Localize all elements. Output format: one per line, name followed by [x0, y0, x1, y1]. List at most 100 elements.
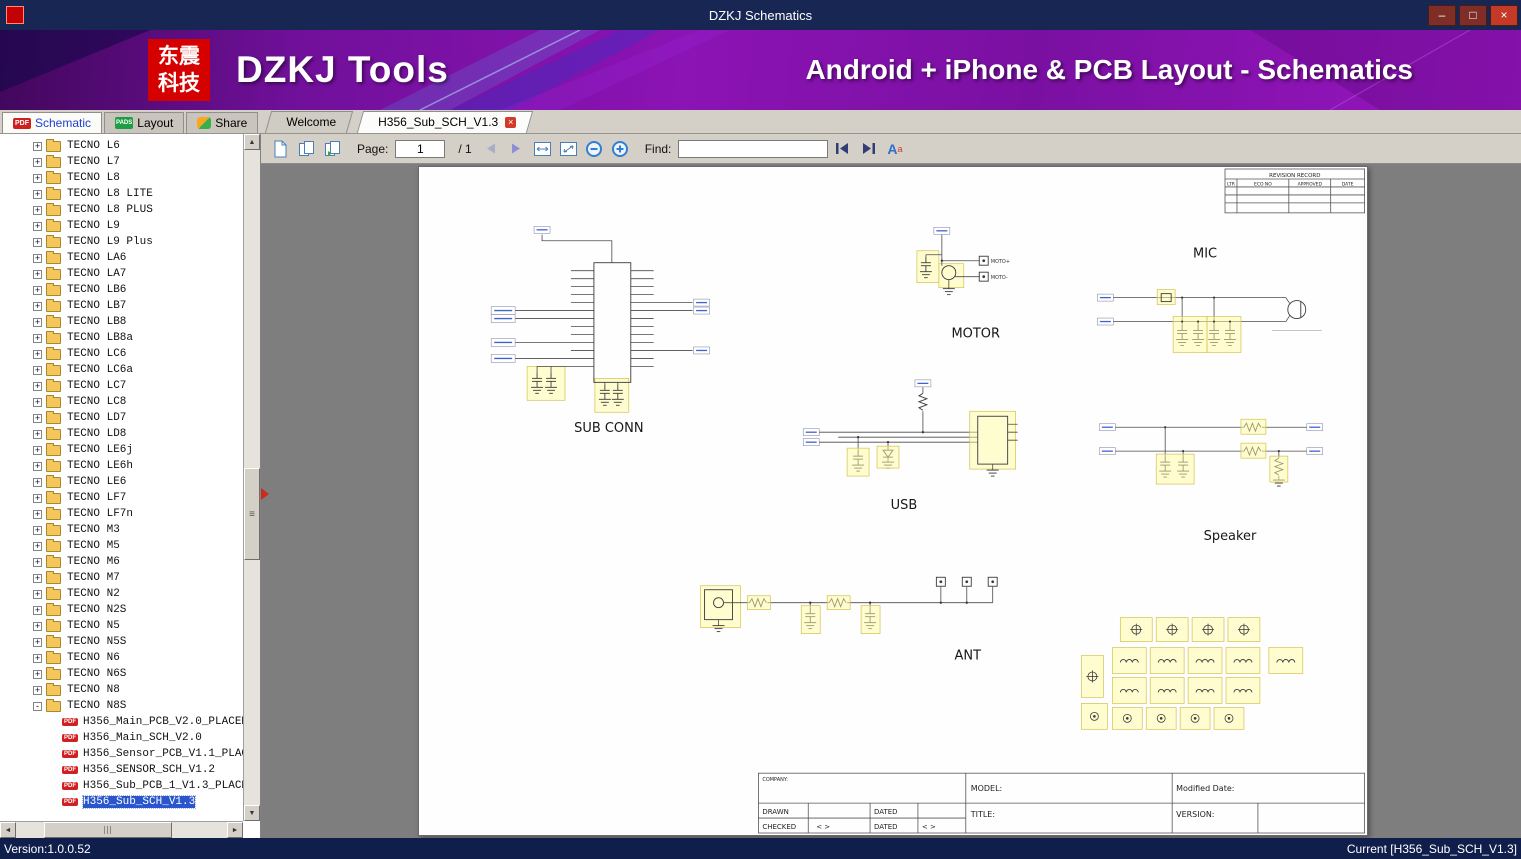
expand-icon[interactable]: + [33, 189, 42, 199]
expand-icon[interactable]: + [33, 669, 42, 679]
expand-icon[interactable]: + [33, 157, 42, 167]
expand-icon[interactable]: + [33, 221, 42, 231]
sidebar-collapse-arrow[interactable] [261, 488, 269, 500]
tree-folder-row[interactable]: + TECNO LD8 [0, 426, 243, 442]
tree-folder-row[interactable]: + TECNO L8 PLUS [0, 202, 243, 218]
previous-page-button[interactable] [479, 137, 502, 160]
tree-folder-row[interactable]: + TECNO LE6h [0, 458, 243, 474]
tab-layout[interactable]: PADS Layout [104, 112, 185, 133]
expand-icon[interactable]: + [33, 333, 42, 343]
tab-welcome[interactable]: Welcome [268, 111, 350, 133]
sidebar-vertical-scrollbar[interactable]: ▲ ≡ ▼ [243, 134, 260, 821]
tree-file-row[interactable]: PDF H356_Sub_PCB_1_V1.3_PLACE [0, 778, 243, 794]
tree-folder-row[interactable]: + TECNO M6 [0, 554, 243, 570]
vertical-scroll-thumb[interactable]: ≡ [244, 468, 260, 560]
tree-folder-row[interactable]: + TECNO L6 [0, 138, 243, 154]
tree-folder-row[interactable]: + TECNO LB8 [0, 314, 243, 330]
tab-schematic[interactable]: PDF Schematic [2, 112, 103, 133]
find-next-button[interactable] [857, 137, 880, 160]
fit-width-button[interactable] [531, 137, 554, 160]
expand-icon[interactable]: - [33, 701, 42, 711]
expand-icon[interactable]: + [33, 525, 42, 535]
single-page-icon[interactable] [269, 137, 292, 160]
tree-folder-row[interactable]: + TECNO M7 [0, 570, 243, 586]
expand-icon[interactable]: + [33, 429, 42, 439]
expand-icon[interactable]: + [33, 269, 42, 279]
scroll-up-icon[interactable]: ▲ [244, 134, 260, 150]
tree-folder-row[interactable]: + TECNO LF7 [0, 490, 243, 506]
sidebar-horizontal-scrollbar[interactable]: ◄ ► [0, 821, 243, 838]
tree-folder-row[interactable]: - TECNO N8S [0, 698, 243, 714]
tree-folder-row[interactable]: + TECNO L8 LITE [0, 186, 243, 202]
expand-icon[interactable]: + [33, 541, 42, 551]
expand-icon[interactable]: + [33, 349, 42, 359]
minimize-button[interactable]: – [1428, 4, 1456, 26]
expand-icon[interactable]: + [33, 317, 42, 327]
pdf-viewer[interactable]: REVISION RECORD LTR ECO NO APPROVED DATE [261, 164, 1521, 838]
expand-icon[interactable]: + [33, 493, 42, 503]
tree-file-row[interactable]: PDF H356_SENSOR_SCH_V1.2 [0, 762, 243, 778]
expand-icon[interactable]: + [33, 253, 42, 263]
text-size-button[interactable]: Aa [883, 137, 906, 160]
multi-page-icon[interactable] [321, 137, 344, 160]
fit-page-button[interactable] [557, 137, 580, 160]
expand-icon[interactable]: + [33, 685, 42, 695]
tree-folder-row[interactable]: + TECNO LE6j [0, 442, 243, 458]
tree-file-row[interactable]: PDF H356_Sub_SCH_V1.3 [0, 794, 243, 810]
expand-icon[interactable]: + [33, 397, 42, 407]
expand-icon[interactable]: + [33, 653, 42, 663]
vertical-scroll-track[interactable]: ≡ [244, 150, 260, 805]
tree-folder-row[interactable]: + TECNO N2S [0, 602, 243, 618]
tree-folder-row[interactable]: + TECNO LC6 [0, 346, 243, 362]
expand-icon[interactable]: + [33, 413, 42, 423]
expand-icon[interactable]: + [33, 573, 42, 583]
expand-icon[interactable]: + [33, 589, 42, 599]
tab-document-active[interactable]: H356_Sub_SCH_V1.3 × [360, 111, 530, 133]
horizontal-scroll-track[interactable] [16, 822, 227, 838]
tree-folder-row[interactable]: + TECNO N6S [0, 666, 243, 682]
tree-folder-row[interactable]: + TECNO N5 [0, 618, 243, 634]
find-input[interactable] [678, 139, 829, 158]
tree-folder-row[interactable]: + TECNO LB8a [0, 330, 243, 346]
tree-folder-row[interactable]: + TECNO N2 [0, 586, 243, 602]
tree-file-row[interactable]: PDF H356_Main_PCB_V2.0_PLACEM [0, 714, 243, 730]
tree-folder-row[interactable]: + TECNO L8 [0, 170, 243, 186]
expand-icon[interactable]: + [33, 445, 42, 455]
scroll-left-icon[interactable]: ◄ [0, 822, 16, 838]
expand-icon[interactable]: + [33, 605, 42, 615]
page-number-input[interactable] [395, 139, 446, 158]
expand-icon[interactable]: + [33, 237, 42, 247]
tree-file-row[interactable]: PDF H356_Main_SCH_V2.0 [0, 730, 243, 746]
facing-pages-icon[interactable] [295, 137, 318, 160]
tree-folder-row[interactable]: + TECNO L7 [0, 154, 243, 170]
tree-folder-row[interactable]: + TECNO LF7n [0, 506, 243, 522]
tab-close-icon[interactable]: × [505, 116, 517, 128]
scroll-right-icon[interactable]: ► [227, 822, 243, 838]
tree-folder-row[interactable]: + TECNO LD7 [0, 410, 243, 426]
tree-folder-row[interactable]: + TECNO M3 [0, 522, 243, 538]
tree-folder-row[interactable]: + TECNO LC8 [0, 394, 243, 410]
tree-folder-row[interactable]: + TECNO LC6a [0, 362, 243, 378]
find-previous-button[interactable] [831, 137, 854, 160]
zoom-out-button[interactable] [583, 137, 606, 160]
expand-icon[interactable]: + [33, 285, 42, 295]
tree-file-row[interactable]: PDF H356_Sensor_PCB_V1.1_PLAC [0, 746, 243, 762]
expand-icon[interactable]: + [33, 205, 42, 215]
tree-folder-row[interactable]: + TECNO LA6 [0, 250, 243, 266]
expand-icon[interactable]: + [33, 477, 42, 487]
next-page-button[interactable] [505, 137, 528, 160]
expand-icon[interactable]: + [33, 461, 42, 471]
scroll-down-icon[interactable]: ▼ [244, 805, 260, 821]
tab-share[interactable]: Share [186, 112, 259, 133]
tree-folder-row[interactable]: + TECNO L9 [0, 218, 243, 234]
expand-icon[interactable]: + [33, 365, 42, 375]
tree-folder-row[interactable]: + TECNO N8 [0, 682, 243, 698]
expand-icon[interactable]: + [33, 173, 42, 183]
expand-icon[interactable]: + [33, 621, 42, 631]
expand-icon[interactable]: + [33, 301, 42, 311]
tree-folder-row[interactable]: + TECNO N6 [0, 650, 243, 666]
horizontal-scroll-thumb[interactable] [44, 822, 172, 838]
maximize-button[interactable]: □ [1459, 4, 1487, 26]
tree-folder-row[interactable]: + TECNO LB6 [0, 282, 243, 298]
tree-folder-row[interactable]: + TECNO LC7 [0, 378, 243, 394]
